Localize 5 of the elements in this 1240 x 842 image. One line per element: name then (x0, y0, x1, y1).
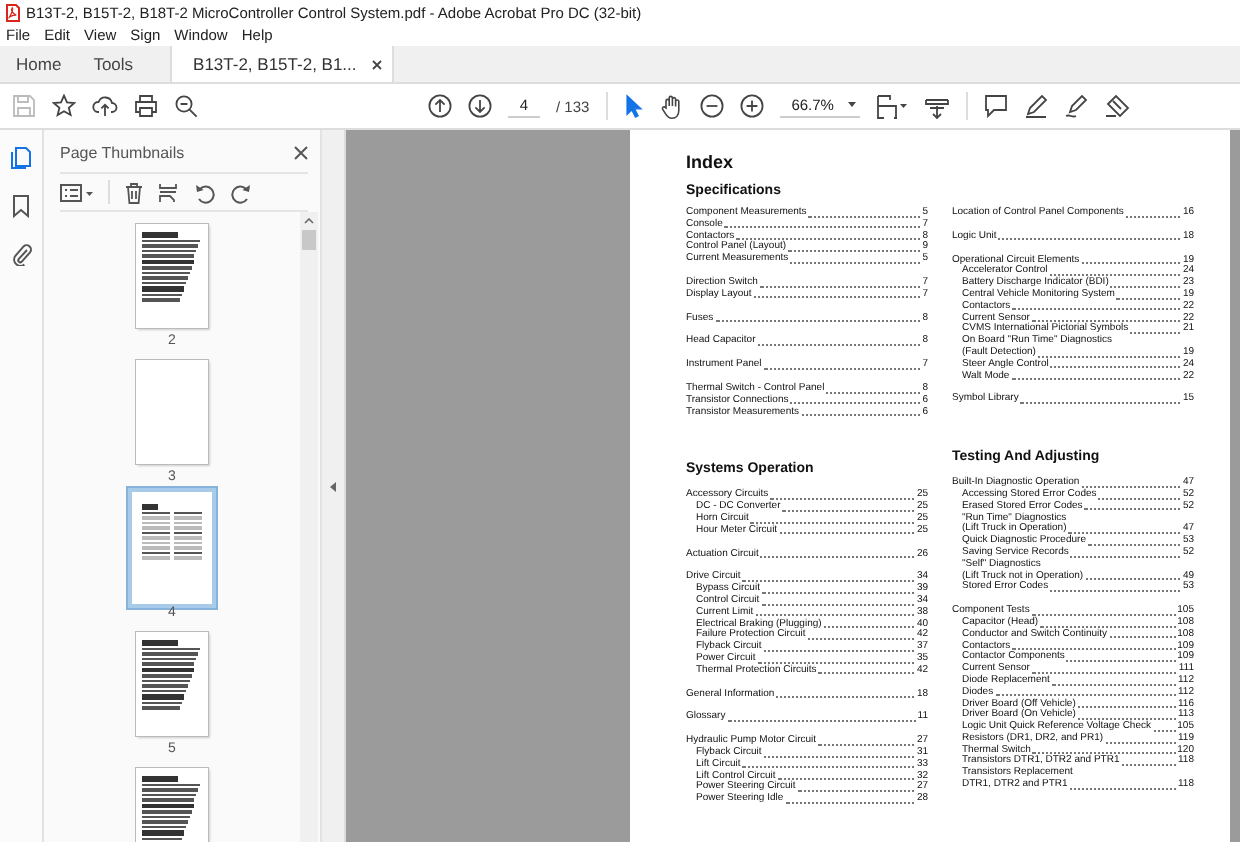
index-title: Index (686, 152, 736, 176)
document-tab[interactable]: B13T-2, B15T-2, B1... (169, 46, 395, 82)
nav-tab[interactable]: Tools (77, 46, 150, 82)
nav-tab[interactable]: Home (0, 46, 78, 82)
panel-title: Page Thumbnails (60, 143, 185, 161)
